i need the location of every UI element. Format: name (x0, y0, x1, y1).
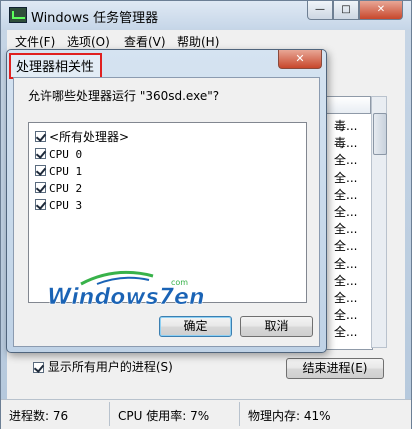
process-description-cell: 全... (334, 256, 358, 271)
process-description-cell: 全... (334, 205, 358, 220)
cpu-item-0[interactable]: CPU 0 (35, 146, 82, 162)
process-description-cell: 全... (334, 153, 358, 168)
dialog-title: 处理器相关性 (9, 53, 103, 79)
dialog-client-area: 允许哪些处理器运行 "360sd.exe"? <所有处理器> CPU 0 CPU… (13, 77, 320, 347)
menu-help[interactable]: 帮助(H) (177, 33, 219, 50)
process-description-cell: 毒... (334, 119, 358, 133)
windows7en-watermark-logo: Windows7en com (47, 270, 205, 310)
watermark-swoosh (96, 276, 150, 285)
process-description-cell: 全... (334, 308, 358, 323)
description-column: 毒... 毒... 全... 全... 全... 全... 全... 全... 全... 全...… (334, 118, 357, 342)
menu-bar: 文件(F) 选项(O) 查看(V) 帮助(H) (7, 30, 405, 50)
physical-memory: 物理内存: 41% (248, 409, 331, 423)
scrollbar-thumb[interactable] (373, 113, 387, 155)
checkbox-checked-icon[interactable] (35, 199, 46, 210)
title-bar[interactable]: Windows 任务管理器 — □ ✕ (1, 1, 411, 29)
process-description-cell: 毒... (334, 136, 358, 151)
checkbox-checked-icon[interactable] (33, 362, 44, 373)
close-button[interactable]: ✕ (359, 1, 403, 20)
process-description-cell: 全... (334, 222, 358, 237)
checkbox-checked-icon[interactable] (35, 148, 46, 159)
process-description-cell: 全... (334, 170, 358, 185)
watermark-text: Windows7en (47, 285, 205, 310)
cpu-item-all[interactable]: <所有处理器> (35, 129, 129, 145)
cpu-item-3[interactable]: CPU 3 (35, 197, 82, 213)
process-description-cell: 全... (334, 291, 358, 306)
cancel-button[interactable]: 取消 (240, 316, 313, 337)
process-description-cell: 全... (334, 187, 358, 202)
watermark-com: com (171, 278, 188, 287)
menu-options[interactable]: 选项(O) (67, 33, 110, 50)
cpu-item-label: CPU 2 (49, 182, 83, 195)
menu-view[interactable]: 查看(V) (124, 33, 166, 50)
end-process-button[interactable]: 结束进程(E) (286, 358, 384, 379)
checkbox-checked-icon[interactable] (35, 131, 46, 142)
checkbox-checked-icon[interactable] (35, 165, 46, 176)
cpu-item-label: CPU 1 (49, 165, 83, 178)
task-manager-icon (9, 7, 27, 23)
ok-button[interactable]: 确定 (159, 316, 232, 337)
process-count: 进程数: 76 (9, 409, 69, 423)
menu-file[interactable]: 文件(F) (15, 33, 55, 50)
maximize-button[interactable]: □ (333, 1, 359, 20)
checkbox-checked-icon[interactable] (35, 182, 46, 193)
cpu-item-2[interactable]: CPU 2 (35, 180, 82, 196)
process-description-cell: 全... (334, 273, 358, 288)
affinity-question: 允许哪些处理器运行 "360sd.exe"? (28, 89, 220, 103)
cpu-item-label: CPU 3 (49, 199, 83, 212)
cpu-item-label: <所有处理器> (49, 130, 130, 144)
show-all-processes-label: 显示所有用户的进程(S) (47, 360, 173, 374)
status-bar: 进程数: 76 CPU 使用率: 7% 物理内存: 41% (1, 399, 411, 429)
dialog-close-button[interactable]: ✕ (278, 50, 322, 69)
cpu-item-label: CPU 0 (49, 148, 83, 161)
processor-list: <所有处理器> CPU 0 CPU 1 CPU 2 CPU 3 Windows7… (28, 122, 307, 310)
processor-affinity-dialog: 处理器相关性 ✕ 允许哪些处理器运行 "360sd.exe"? <所有处理器> … (6, 49, 327, 353)
status-divider (109, 402, 110, 426)
show-all-processes-checkbox[interactable]: 显示所有用户的进程(S) (33, 358, 173, 375)
window-title: Windows 任务管理器 (31, 11, 159, 26)
cpu-item-1[interactable]: CPU 1 (35, 163, 82, 179)
cpu-usage: CPU 使用率: 7% (118, 409, 210, 423)
minimize-button[interactable]: — (307, 1, 333, 20)
process-description-cell: 全... (334, 239, 358, 254)
process-description-cell: 全... (334, 325, 358, 340)
status-divider (239, 402, 240, 426)
process-list-scrollbar[interactable] (371, 96, 387, 348)
description-column-header[interactable] (325, 96, 371, 114)
